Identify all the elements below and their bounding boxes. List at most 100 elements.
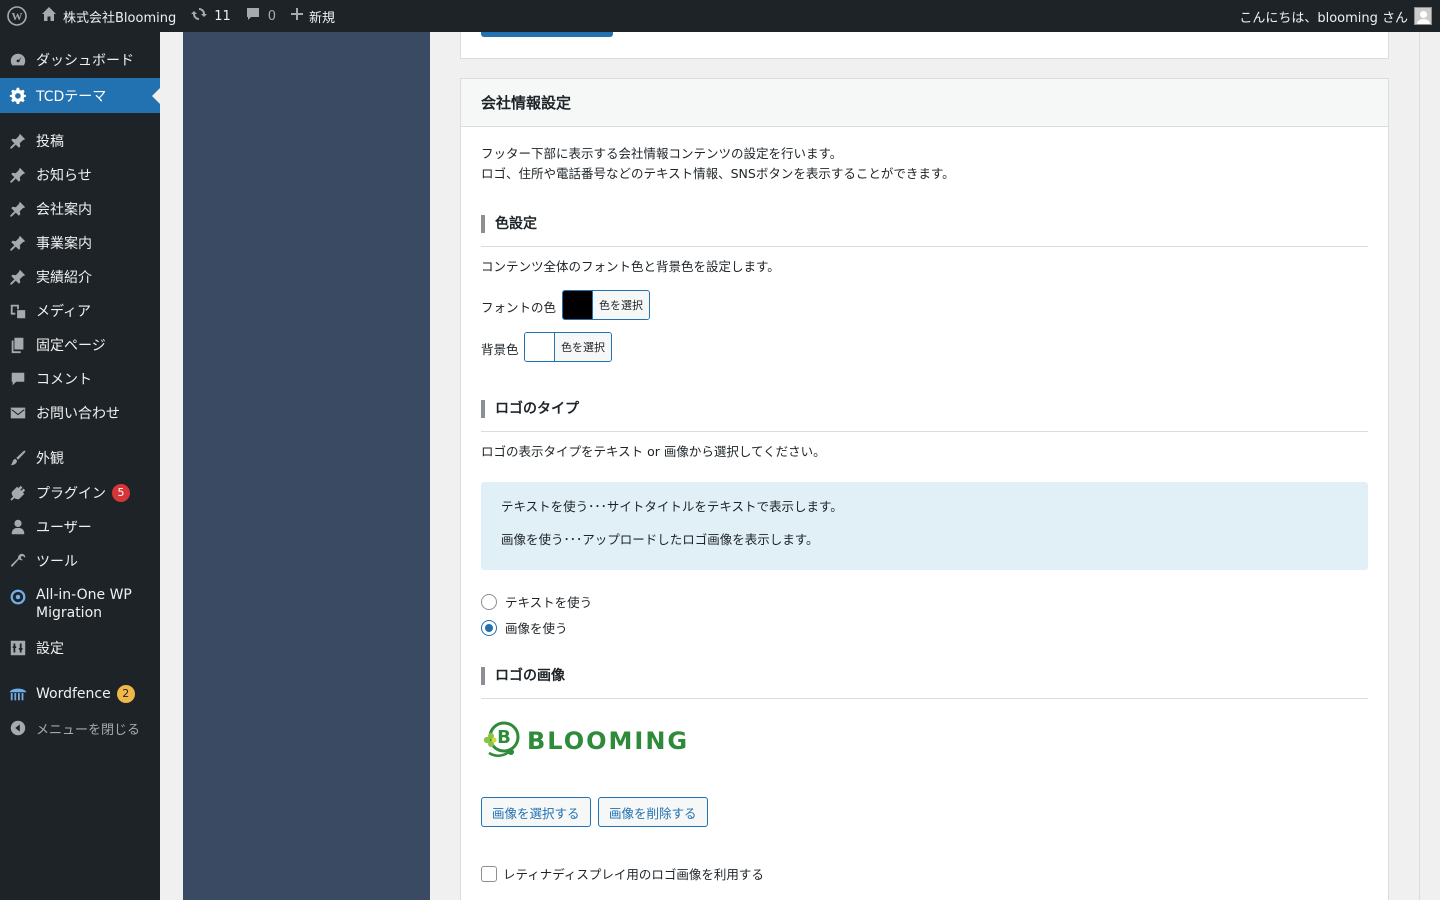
svg-text:B: B — [497, 727, 511, 748]
media-icon — [0, 302, 36, 320]
collapse-arrow-icon — [0, 719, 36, 737]
radio-text[interactable] — [481, 593, 497, 610]
sidebar-item-label: メディア — [36, 304, 92, 320]
admin-sidebar: ダッシュボード TCDテーマ 投稿 お知らせ 会社案内 事業案内 実績紹介 メデ… — [0, 32, 160, 900]
info-line-1: テキストを使う･･･サイトタイトルをテキストで表示します。 — [501, 499, 843, 514]
pin-icon — [0, 234, 36, 252]
info-line-2: 画像を使う･･･アップロードしたロゴ画像を表示します。 — [501, 532, 819, 547]
radio-image[interactable] — [481, 619, 497, 636]
sidebar-item-label: TCDテーマ — [36, 88, 107, 105]
section-title: ロゴのタイプ — [495, 401, 579, 417]
logo-type-section-heading: ロゴのタイプ — [481, 398, 1368, 432]
bg-color-picker-button[interactable]: 色を選択 — [524, 332, 612, 362]
sidebar-item-appearance[interactable]: 外観 — [0, 441, 160, 475]
greeting-text: こんにちは、blooming さん — [1239, 10, 1408, 26]
sidebar-item-comments[interactable]: コメント — [0, 362, 160, 396]
logo-type-image-option[interactable]: 画像を使う — [481, 618, 568, 637]
site-name: 株式会社Blooming — [63, 10, 177, 26]
retina-logo-option[interactable]: レティナディスプレイ用のロゴ画像を利用する — [481, 864, 764, 883]
sidebar-item-news[interactable]: お知らせ — [0, 158, 160, 192]
sidebar-item-media[interactable]: メディア — [0, 294, 160, 328]
comment-icon — [0, 370, 36, 388]
sidebar-item-tcd-theme[interactable]: TCDテーマ — [0, 78, 160, 113]
updates-link[interactable]: 11 — [183, 0, 238, 32]
new-content-link[interactable]: 新規 — [283, 0, 342, 32]
intro-line-2: ロゴ、住所や電話番号などのテキスト情報、SNSボタンを表示することができます。 — [481, 166, 955, 181]
sidebar-item-all-in-one-migration[interactable]: All-in-One WP Migration — [0, 586, 160, 626]
logo-type-info-box: テキストを使う･･･サイトタイトルをテキストで表示します。 画像を使う･･･アッ… — [481, 482, 1368, 570]
collapse-menu-button[interactable]: メニューを閉じる — [0, 711, 160, 745]
sidebar-item-label: ツール — [36, 554, 78, 570]
section-title: 色設定 — [495, 216, 537, 232]
sidebar-item-settings[interactable]: 設定 — [0, 631, 160, 665]
radio-label: 画像を使う — [505, 621, 568, 636]
sidebar-item-label: コメント — [36, 372, 92, 388]
previous-settings-box — [460, 32, 1389, 59]
sidebar-item-tools[interactable]: ツール — [0, 544, 160, 578]
pin-icon — [0, 268, 36, 286]
pin-icon — [0, 166, 36, 184]
wrench-icon — [0, 552, 36, 570]
retina-label: レティナディスプレイ用のロゴ画像を利用する — [503, 867, 764, 882]
bg-color-swatch — [525, 333, 555, 361]
sidebar-item-label: 事業案内 — [36, 236, 92, 252]
migration-icon — [0, 586, 36, 606]
logo-preview: B BLOOMING — [481, 719, 689, 763]
bg-color-label: 背景色 — [481, 342, 519, 357]
radio-label: テキストを使う — [505, 595, 593, 610]
svg-text:W: W — [12, 11, 23, 23]
section-title: ロゴの画像 — [495, 668, 565, 684]
sidebar-item-business[interactable]: 事業案内 — [0, 226, 160, 260]
migration-label-line2: Migration — [36, 605, 103, 621]
sidebar-item-label: お問い合わせ — [36, 406, 120, 422]
box-header[interactable]: 会社情報設定 — [461, 79, 1388, 127]
my-account[interactable]: こんにちは、blooming さん — [1239, 0, 1432, 32]
sidebar-item-label: メニューを閉じる — [36, 722, 141, 738]
avatar — [1414, 7, 1432, 25]
logo-type-text-option[interactable]: テキストを使う — [481, 592, 592, 611]
intro-text: フッター下部に表示する会社情報コンテンツの設定を行います。 ロゴ、住所や電話番号… — [481, 144, 955, 184]
sidebar-item-dashboard[interactable]: ダッシュボード — [0, 43, 160, 77]
font-color-picker-button[interactable]: 色を選択 — [562, 290, 650, 320]
sidebar-item-label: プラグイン — [36, 486, 106, 502]
migration-label-line1: All-in-One WP — [36, 587, 132, 603]
sidebar-item-label: 実績紹介 — [36, 270, 92, 286]
sidebar-item-label: 外観 — [36, 451, 64, 467]
dashboard-icon — [0, 51, 36, 69]
logo-image-section-heading: ロゴの画像 — [481, 665, 1368, 699]
font-color-label: フォントの色 — [481, 300, 557, 315]
wordfence-badge: 2 — [116, 685, 135, 703]
comments-count: 0 — [267, 8, 277, 24]
paintbrush-icon — [0, 449, 36, 467]
updates-count: 11 — [214, 8, 231, 24]
home-icon — [41, 6, 57, 26]
settings-sliders-icon — [0, 639, 36, 657]
box-title: 会社情報設定 — [481, 94, 572, 112]
font-color-swatch — [563, 291, 593, 319]
select-image-button[interactable]: 画像を選択する — [481, 797, 591, 827]
pin-icon — [0, 200, 36, 218]
save-button-partial[interactable] — [481, 32, 613, 37]
plugin-icon — [0, 484, 36, 502]
sidebar-item-contact[interactable]: お問い合わせ — [0, 396, 160, 430]
comment-icon — [245, 6, 261, 26]
sidebar-item-company[interactable]: 会社案内 — [0, 192, 160, 226]
retina-checkbox[interactable] — [481, 865, 497, 882]
site-name-link[interactable]: 株式会社Blooming — [34, 0, 183, 32]
sidebar-item-label: ダッシュボード — [36, 53, 134, 69]
sidebar-item-pages[interactable]: 固定ページ — [0, 328, 160, 362]
sidebar-item-users[interactable]: ユーザー — [0, 510, 160, 544]
company-info-settings-box: 会社情報設定 フッター下部に表示する会社情報コンテンツの設定を行います。 ロゴ、… — [460, 78, 1389, 900]
comments-link[interactable]: 0 — [238, 0, 283, 32]
sidebar-item-label: 投稿 — [36, 134, 64, 150]
sidebar-item-wordfence[interactable]: Wordfence 2 — [0, 677, 160, 711]
sidebar-item-label: お知らせ — [36, 168, 92, 184]
sidebar-item-posts[interactable]: 投稿 — [0, 124, 160, 158]
wordpress-logo-icon[interactable]: W — [0, 0, 34, 32]
sidebar-item-works[interactable]: 実績紹介 — [0, 260, 160, 294]
delete-image-button[interactable]: 画像を削除する — [598, 797, 708, 827]
new-label: 新規 — [309, 10, 336, 26]
sidebar-item-plugins[interactable]: プラグイン 5 — [0, 476, 160, 510]
sidebar-item-label: ユーザー — [36, 520, 92, 536]
theme-options-nav-panel — [183, 32, 430, 900]
